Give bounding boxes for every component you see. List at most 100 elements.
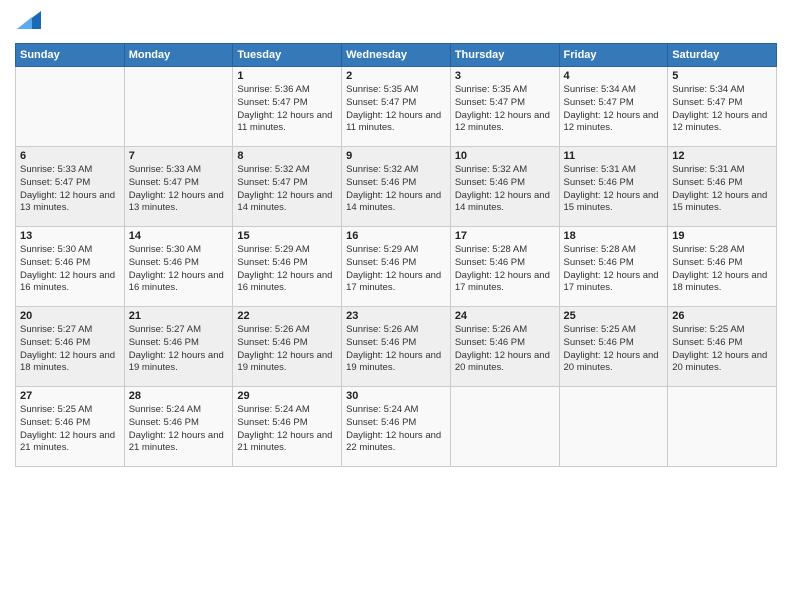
calendar-cell: 12 Sunrise: 5:31 AMSunset: 5:46 PMDayligh… xyxy=(668,147,777,227)
day-number: 24 xyxy=(455,310,555,322)
day-number: 1 xyxy=(237,70,337,82)
day-info: Sunrise: 5:27 AMSunset: 5:46 PMDaylight:… xyxy=(20,324,120,375)
day-info: Sunrise: 5:28 AMSunset: 5:46 PMDaylight:… xyxy=(564,244,664,295)
day-number: 18 xyxy=(564,230,664,242)
day-number: 25 xyxy=(564,310,664,322)
calendar-cell: 7 Sunrise: 5:33 AMSunset: 5:47 PMDaylight… xyxy=(124,147,233,227)
day-number: 10 xyxy=(455,150,555,162)
day-info: Sunrise: 5:31 AMSunset: 5:46 PMDaylight:… xyxy=(564,164,664,215)
logo xyxy=(15,10,45,35)
calendar-cell: 21 Sunrise: 5:27 AMSunset: 5:46 PMDayligh… xyxy=(124,307,233,387)
day-number: 21 xyxy=(129,310,229,322)
calendar-week-row: 27 Sunrise: 5:25 AMSunset: 5:46 PMDayligh… xyxy=(16,387,777,467)
day-number: 2 xyxy=(346,70,446,82)
calendar-cell: 14 Sunrise: 5:30 AMSunset: 5:46 PMDayligh… xyxy=(124,227,233,307)
day-info: Sunrise: 5:30 AMSunset: 5:46 PMDaylight:… xyxy=(129,244,229,295)
calendar-cell: 16 Sunrise: 5:29 AMSunset: 5:46 PMDayligh… xyxy=(342,227,451,307)
day-number: 17 xyxy=(455,230,555,242)
day-info: Sunrise: 5:31 AMSunset: 5:46 PMDaylight:… xyxy=(672,164,772,215)
header xyxy=(15,10,777,35)
calendar-cell: 2 Sunrise: 5:35 AMSunset: 5:47 PMDaylight… xyxy=(342,67,451,147)
calendar-cell: 17 Sunrise: 5:28 AMSunset: 5:46 PMDayligh… xyxy=(450,227,559,307)
day-number: 9 xyxy=(346,150,446,162)
day-number: 27 xyxy=(20,390,120,402)
day-number: 16 xyxy=(346,230,446,242)
calendar-cell: 4 Sunrise: 5:34 AMSunset: 5:47 PMDaylight… xyxy=(559,67,668,147)
calendar-week-row: 6 Sunrise: 5:33 AMSunset: 5:47 PMDaylight… xyxy=(16,147,777,227)
day-info: Sunrise: 5:36 AMSunset: 5:47 PMDaylight:… xyxy=(237,84,337,135)
day-info: Sunrise: 5:24 AMSunset: 5:46 PMDaylight:… xyxy=(346,404,446,455)
day-info: Sunrise: 5:25 AMSunset: 5:46 PMDaylight:… xyxy=(20,404,120,455)
day-number: 15 xyxy=(237,230,337,242)
calendar-cell xyxy=(668,387,777,467)
day-number: 30 xyxy=(346,390,446,402)
day-number: 4 xyxy=(564,70,664,82)
calendar-cell: 13Sunrise: 5:30 AMSunset: 5:46 PMDayligh… xyxy=(16,227,125,307)
calendar-cell: 26 Sunrise: 5:25 AMSunset: 5:46 PMDayligh… xyxy=(668,307,777,387)
day-info: Sunrise: 5:26 AMSunset: 5:46 PMDaylight:… xyxy=(455,324,555,375)
day-number: 11 xyxy=(564,150,664,162)
day-number: 12 xyxy=(672,150,772,162)
day-number: 6 xyxy=(20,150,120,162)
calendar-cell: 23 Sunrise: 5:26 AMSunset: 5:46 PMDayligh… xyxy=(342,307,451,387)
day-info: Sunrise: 5:26 AMSunset: 5:46 PMDaylight:… xyxy=(346,324,446,375)
day-of-week-header: Tuesday xyxy=(233,44,342,67)
calendar-week-row: 1 Sunrise: 5:36 AMSunset: 5:47 PMDaylight… xyxy=(16,67,777,147)
day-of-week-header: Thursday xyxy=(450,44,559,67)
logo-icon xyxy=(17,10,41,30)
calendar-cell: 1 Sunrise: 5:36 AMSunset: 5:47 PMDaylight… xyxy=(233,67,342,147)
calendar-cell: 19 Sunrise: 5:28 AMSunset: 5:46 PMDayligh… xyxy=(668,227,777,307)
page: SundayMondayTuesdayWednesdayThursdayFrid… xyxy=(0,0,792,612)
day-number: 19 xyxy=(672,230,772,242)
day-info: Sunrise: 5:35 AMSunset: 5:47 PMDaylight:… xyxy=(346,84,446,135)
calendar-cell: 5 Sunrise: 5:34 AMSunset: 5:47 PMDaylight… xyxy=(668,67,777,147)
calendar-cell: 22 Sunrise: 5:26 AMSunset: 5:46 PMDayligh… xyxy=(233,307,342,387)
calendar-cell: 10 Sunrise: 5:32 AMSunset: 5:46 PMDayligh… xyxy=(450,147,559,227)
day-info: Sunrise: 5:28 AMSunset: 5:46 PMDaylight:… xyxy=(455,244,555,295)
day-info: Sunrise: 5:33 AMSunset: 5:47 PMDaylight:… xyxy=(129,164,229,215)
calendar-cell: 24 Sunrise: 5:26 AMSunset: 5:46 PMDayligh… xyxy=(450,307,559,387)
day-info: Sunrise: 5:34 AMSunset: 5:47 PMDaylight:… xyxy=(564,84,664,135)
calendar-cell: 8Sunrise: 5:32 AMSunset: 5:47 PMDaylight… xyxy=(233,147,342,227)
day-number: 28 xyxy=(129,390,229,402)
day-number: 5 xyxy=(672,70,772,82)
calendar-cell xyxy=(16,67,125,147)
day-of-week-header: Wednesday xyxy=(342,44,451,67)
day-info: Sunrise: 5:34 AMSunset: 5:47 PMDaylight:… xyxy=(672,84,772,135)
calendar-cell: 30 Sunrise: 5:24 AMSunset: 5:46 PMDayligh… xyxy=(342,387,451,467)
day-of-week-header: Sunday xyxy=(16,44,125,67)
calendar-cell: 3 Sunrise: 5:35 AMSunset: 5:47 PMDaylight… xyxy=(450,67,559,147)
day-info: Sunrise: 5:29 AMSunset: 5:46 PMDaylight:… xyxy=(237,244,337,295)
day-number: 7 xyxy=(129,150,229,162)
day-info: Sunrise: 5:28 AMSunset: 5:46 PMDaylight:… xyxy=(672,244,772,295)
day-info: Sunrise: 5:33 AMSunset: 5:47 PMDaylight:… xyxy=(20,164,120,215)
day-number: 26 xyxy=(672,310,772,322)
day-number: 8 xyxy=(237,150,337,162)
calendar-week-row: 13 Sunrise: 5:30 AMSunset: 5:46 PMDayligh… xyxy=(16,227,777,307)
day-number: 29 xyxy=(237,390,337,402)
calendar-cell xyxy=(450,387,559,467)
calendar-cell: 29 Sunrise: 5:24 AMSunset: 5:46 PMDayligh… xyxy=(233,387,342,467)
day-of-week-header: Monday xyxy=(124,44,233,67)
day-of-week-header: Saturday xyxy=(668,44,777,67)
day-info: Sunrise: 5:25 AMSunset: 5:46 PMDaylight:… xyxy=(564,324,664,375)
day-info: Sunrise: 5:27 AMSunset: 5:46 PMDaylight:… xyxy=(129,324,229,375)
calendar-header-row: SundayMondayTuesdayWednesdayThursdayFrid… xyxy=(16,44,777,67)
day-number: 14 xyxy=(129,230,229,242)
calendar-cell: 20 Sunrise: 5:27 AMSunset: 5:46 PMDayligh… xyxy=(16,307,125,387)
day-info: Sunrise: 5:26 AMSunset: 5:46 PMDaylight:… xyxy=(237,324,337,375)
day-number: 22 xyxy=(237,310,337,322)
calendar-cell: 28Sunrise: 5:24 AMSunset: 5:46 PMDayligh… xyxy=(124,387,233,467)
day-number: 13 xyxy=(20,230,120,242)
day-info: Sunrise: 5:29 AMSunset: 5:46 PMDaylight:… xyxy=(346,244,446,295)
day-info: Sunrise: 5:24 AMSunset: 5:46 PMDaylight:… xyxy=(237,404,337,455)
day-info: Sunrise: 5:35 AMSunset: 5:47 PMDaylight:… xyxy=(455,84,555,135)
day-info: Sunrise: 5:25 AMSunset: 5:46 PMDaylight:… xyxy=(672,324,772,375)
calendar-cell: 15 Sunrise: 5:29 AMSunset: 5:46 PMDayligh… xyxy=(233,227,342,307)
calendar-cell xyxy=(559,387,668,467)
calendar-cell: 27 Sunrise: 5:25 AMSunset: 5:46 PMDayligh… xyxy=(16,387,125,467)
day-info: Sunrise: 5:32 AMSunset: 5:46 PMDaylight:… xyxy=(455,164,555,215)
day-number: 3 xyxy=(455,70,555,82)
day-number: 20 xyxy=(20,310,120,322)
day-number: 23 xyxy=(346,310,446,322)
